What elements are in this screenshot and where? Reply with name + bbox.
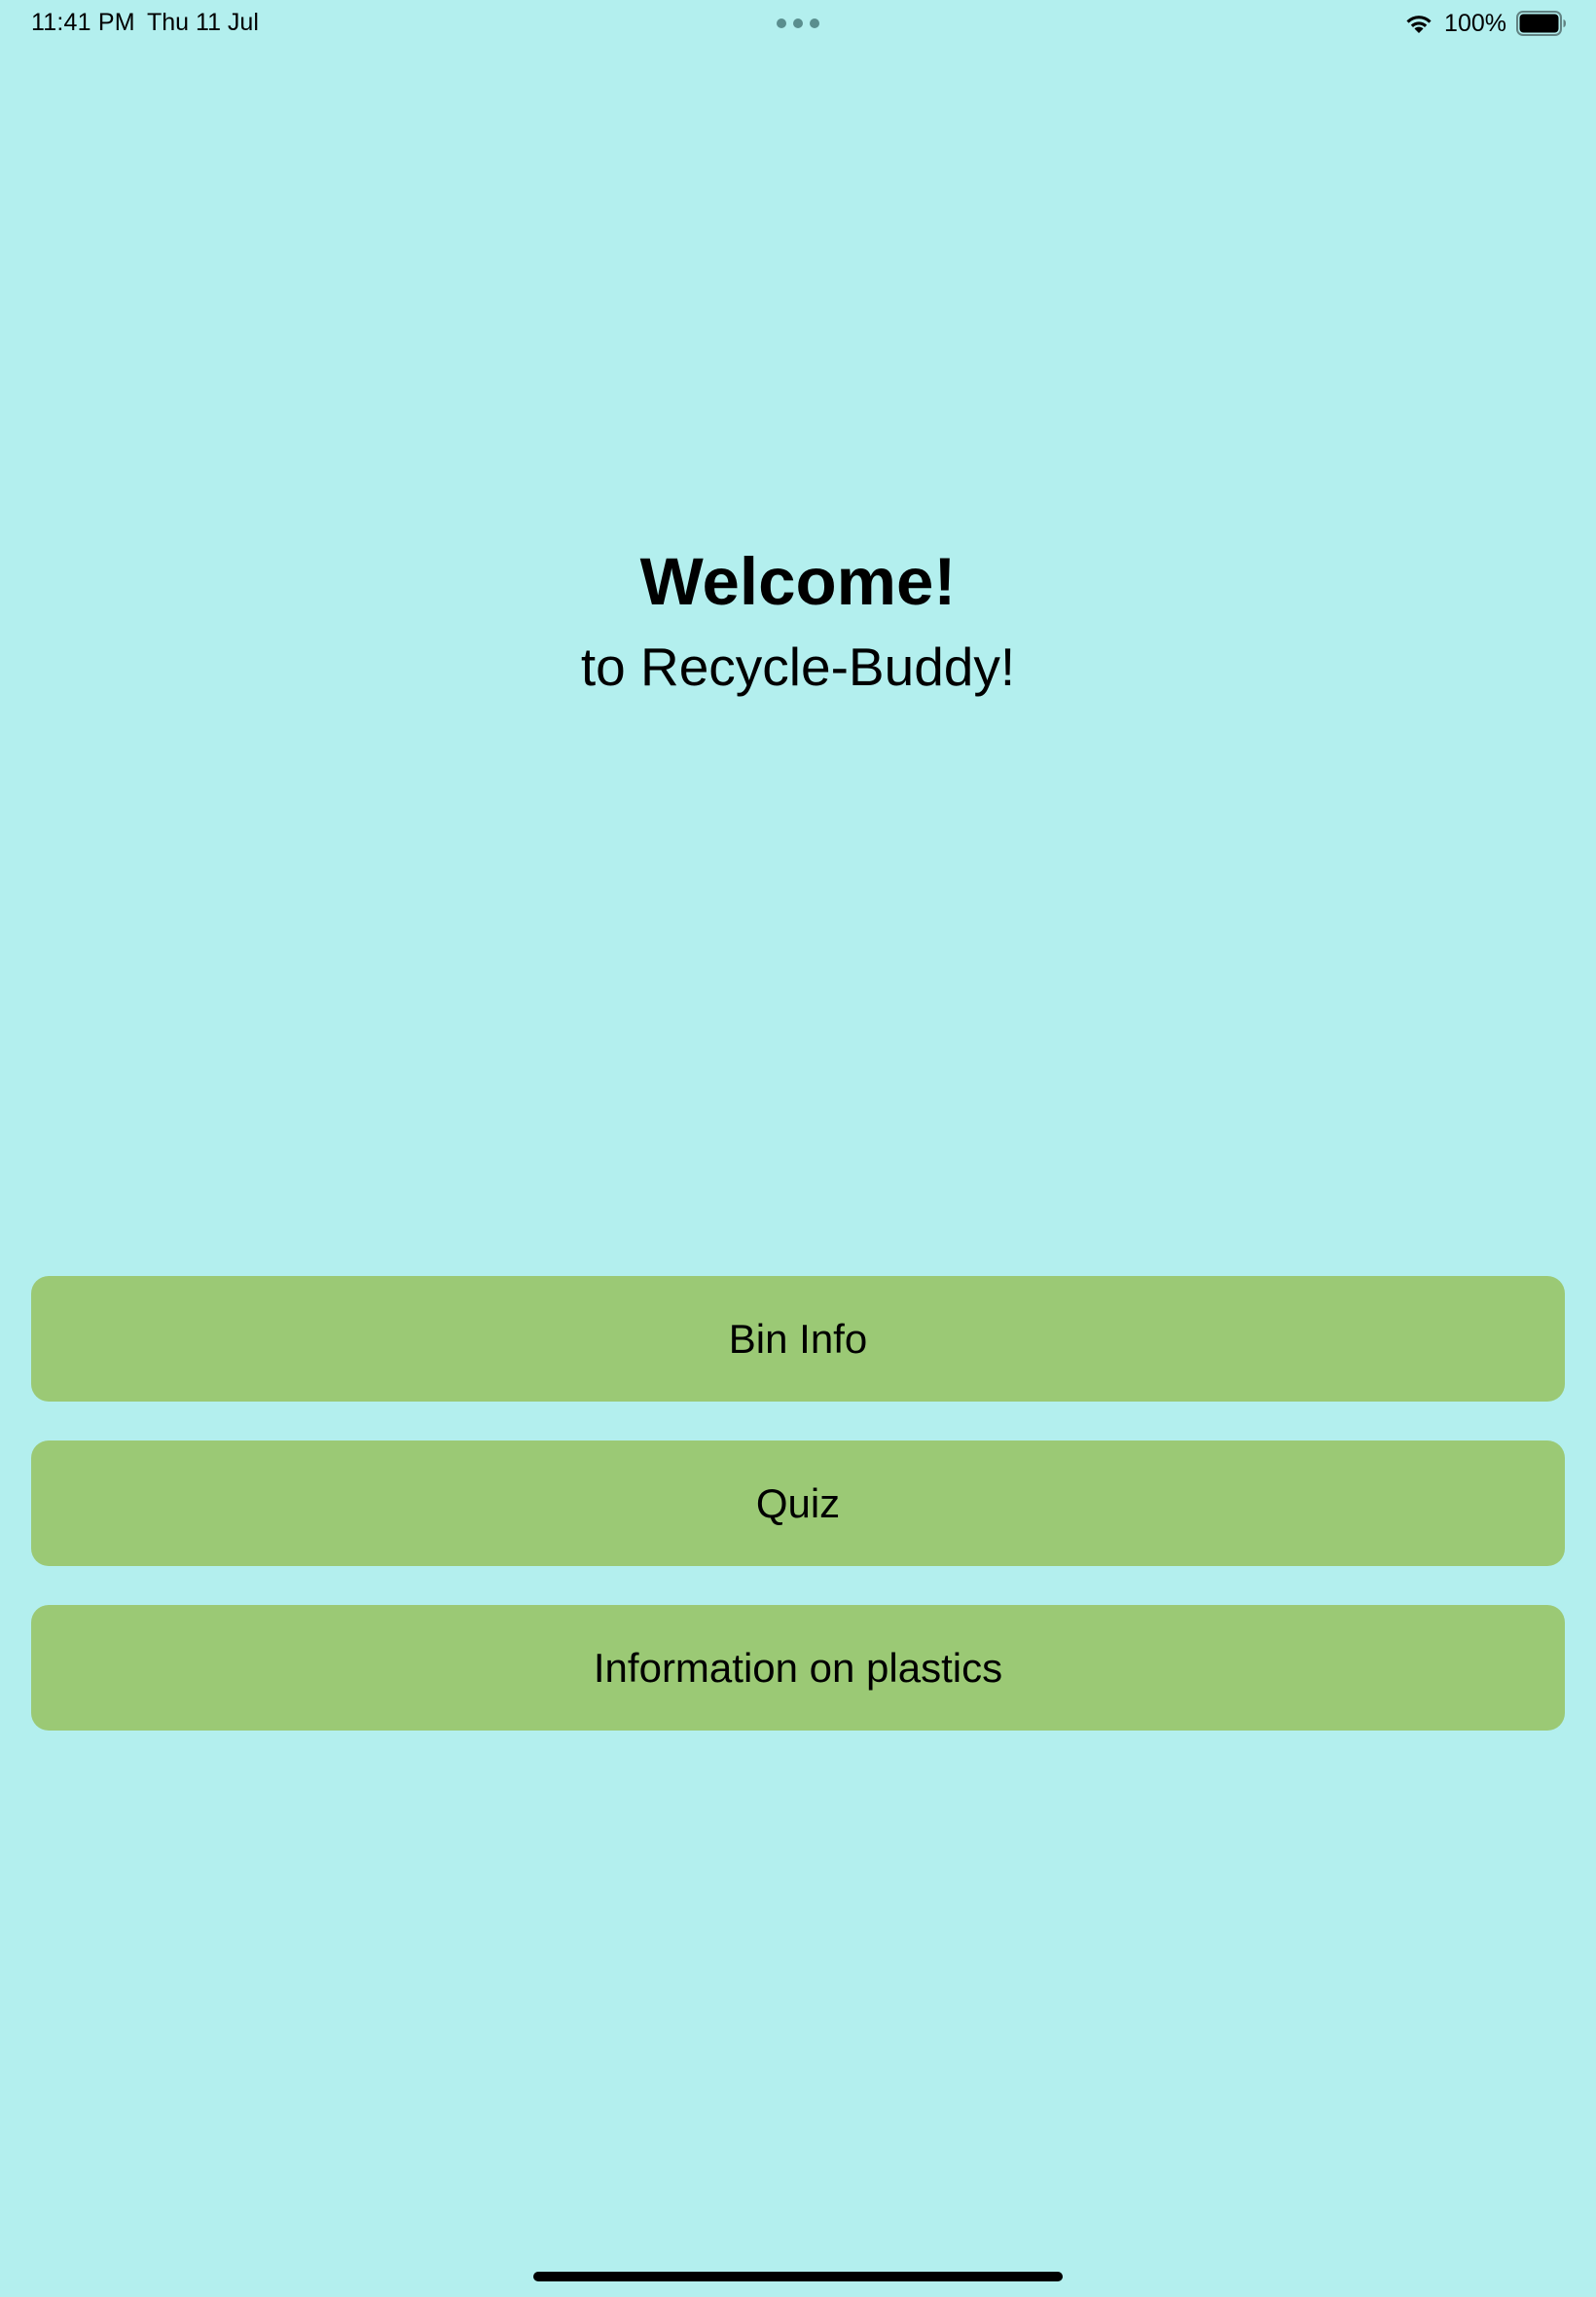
battery-percent: 100% [1444, 9, 1506, 37]
status-bar: 11:41 PM Thu 11 Jul 100% [0, 0, 1596, 47]
wifi-icon [1406, 16, 1432, 33]
plastics-info-button[interactable]: Information on plastics [31, 1605, 1565, 1731]
dot [777, 18, 786, 28]
status-indicators: 100% [1403, 8, 1567, 39]
main-menu: Bin Info Quiz Information on plastics [31, 1276, 1565, 1769]
dot [793, 18, 803, 28]
quiz-button[interactable]: Quiz [31, 1440, 1565, 1566]
welcome-block: Welcome! to Recycle-Buddy! [0, 541, 1596, 701]
home-indicator[interactable] [533, 2272, 1063, 2281]
battery-icon [1516, 11, 1566, 36]
welcome-subtitle: to Recycle-Buddy! [580, 637, 1016, 697]
dot [810, 18, 819, 28]
bin-info-button[interactable]: Bin Info [31, 1276, 1565, 1402]
status-date: Thu 11 Jul [147, 9, 259, 36]
status-time: 11:41 PM [31, 9, 135, 36]
multitask-dots-icon[interactable] [777, 18, 819, 29]
welcome-title: Welcome! [639, 544, 957, 619]
